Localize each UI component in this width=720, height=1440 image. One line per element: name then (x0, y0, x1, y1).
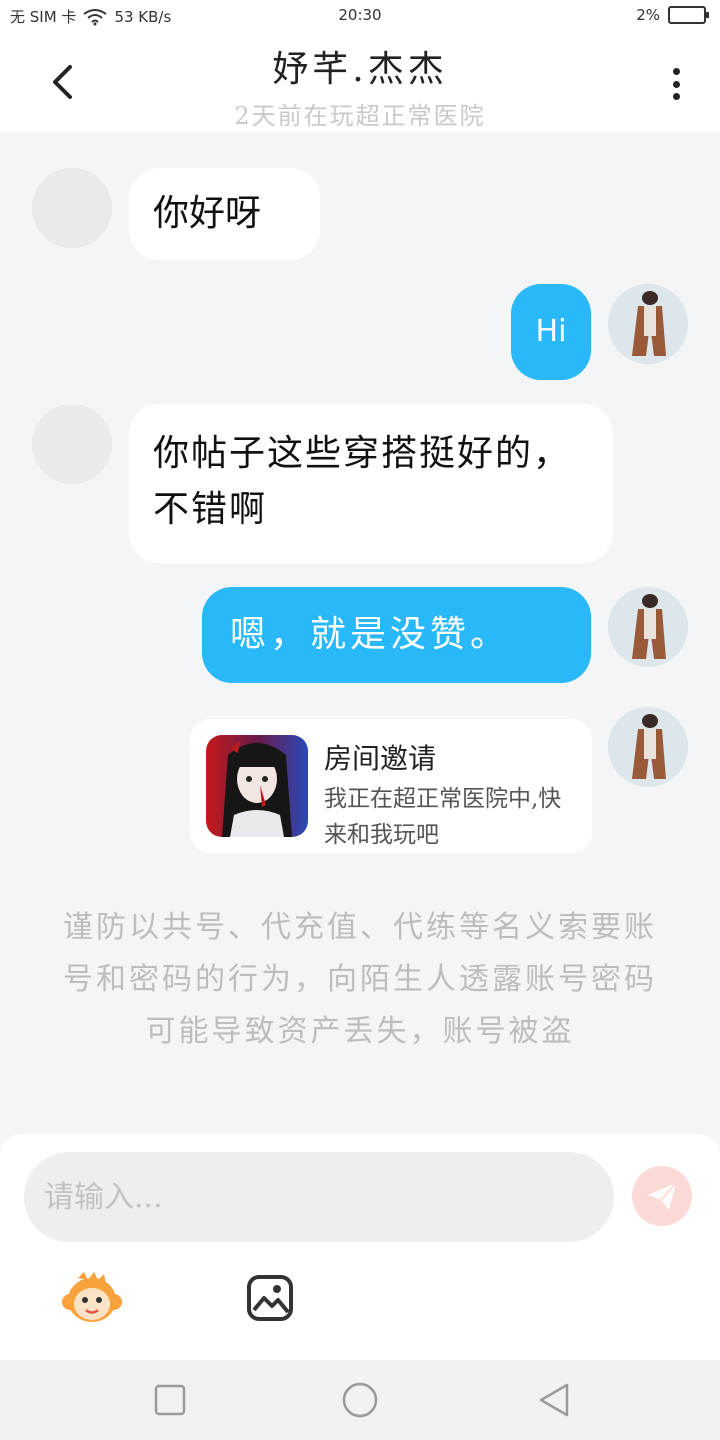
my-avatar[interactable] (608, 587, 688, 667)
my-avatar[interactable] (608, 284, 688, 364)
status-right: 2% (636, 6, 709, 24)
nav-back-button[interactable] (534, 1380, 574, 1420)
image-button[interactable] (246, 1274, 294, 1322)
battery-percent: 2% (636, 6, 660, 24)
system-nav-bar (0, 1360, 720, 1440)
contact-avatar[interactable] (32, 168, 112, 248)
contact-status: 2天前在玩超正常医院 (234, 102, 486, 130)
clock: 20:30 (338, 6, 382, 24)
avatar-figure-icon (608, 707, 688, 787)
more-options-button[interactable] (660, 64, 692, 104)
back-triangle-icon (539, 1383, 569, 1417)
my-avatar[interactable] (608, 707, 688, 787)
avatar-figure-icon (608, 284, 688, 364)
home-icon (342, 1382, 378, 1418)
game-character-image (206, 735, 308, 837)
status-bar: 无 SIM 卡 53 KB/s 20:30 2% (0, 0, 720, 32)
invite-title: 房间邀请 (324, 742, 437, 775)
incoming-message-bubble: 你好呀 (129, 168, 320, 260)
monkey-emoji-icon (62, 1272, 122, 1322)
outgoing-message-bubble: Hi (511, 284, 591, 380)
invite-description: 我正在超正常医院中,快来和我玩吧 (324, 786, 562, 848)
outgoing-message-bubble: 嗯，就是没赞。 (202, 587, 591, 683)
incoming-message-bubble: 你帖子这些穿搭挺好的，不错啊 (129, 404, 613, 563)
home-button[interactable] (340, 1380, 380, 1420)
input-panel (0, 1134, 720, 1360)
battery-icon (668, 6, 709, 24)
game-thumbnail (206, 735, 308, 837)
send-button[interactable] (632, 1166, 692, 1226)
room-invite-card[interactable]: 房间邀请 我正在超正常医院中,快来和我玩吧 (190, 719, 592, 853)
contact-avatar[interactable] (32, 404, 112, 484)
more-vertical-icon (672, 68, 680, 75)
message-input[interactable] (24, 1152, 614, 1242)
emoji-button[interactable] (60, 1270, 124, 1326)
contact-name: 妤芊.杰杰 (272, 49, 448, 90)
recent-apps-icon (154, 1384, 186, 1416)
recent-apps-button[interactable] (150, 1380, 190, 1420)
paper-plane-icon (648, 1182, 677, 1210)
chat-header: 妤芊.杰杰 2天前在玩超正常医院 (0, 32, 720, 132)
avatar-figure-icon (608, 587, 688, 667)
security-warning: 谨防以共号、代充值、代练等名义索要账号和密码的行为，向陌生人透露账号密码可能导致… (63, 910, 657, 1049)
image-icon (247, 1275, 293, 1321)
